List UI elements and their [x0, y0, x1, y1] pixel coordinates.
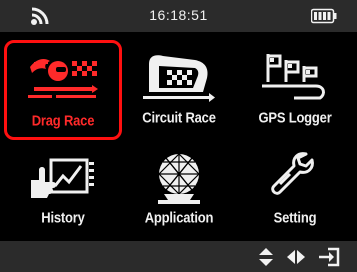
gps-logger-icon — [262, 54, 325, 100]
bottom-nav-bar — [0, 241, 357, 272]
menu-item-label: History — [41, 208, 85, 227]
menu-item-label: Setting — [273, 208, 317, 227]
menu-item-label: Circuit Race — [142, 108, 216, 127]
menu-item-label: GPS Logger — [258, 108, 332, 127]
status-bar: 16:18:51 — [0, 0, 357, 32]
menu-item-application[interactable]: Application — [120, 140, 238, 240]
menu-item-circuit-race[interactable]: Circuit Race — [120, 40, 238, 140]
wrench-icon — [271, 152, 314, 195]
up-down-arrows-icon[interactable] — [258, 247, 274, 267]
battery-full-icon — [311, 8, 337, 24]
left-right-arrows-icon[interactable] — [286, 247, 306, 267]
menu-item-history[interactable]: History — [4, 140, 122, 240]
menu-item-label: Application — [144, 208, 214, 227]
drag-race-icon — [28, 59, 98, 98]
menu-item-setting[interactable]: Setting — [236, 140, 354, 240]
menu-item-drag-race[interactable]: Drag Race — [4, 40, 122, 140]
clock: 16:18:51 — [149, 7, 208, 23]
history-icon — [31, 158, 94, 198]
menu-item-gps-logger[interactable]: GPS Logger — [236, 40, 354, 140]
circuit-race-icon — [143, 55, 215, 102]
exit-icon[interactable] — [318, 247, 340, 267]
menu-item-label: Drag Race — [31, 111, 95, 130]
application-icon — [158, 153, 200, 204]
